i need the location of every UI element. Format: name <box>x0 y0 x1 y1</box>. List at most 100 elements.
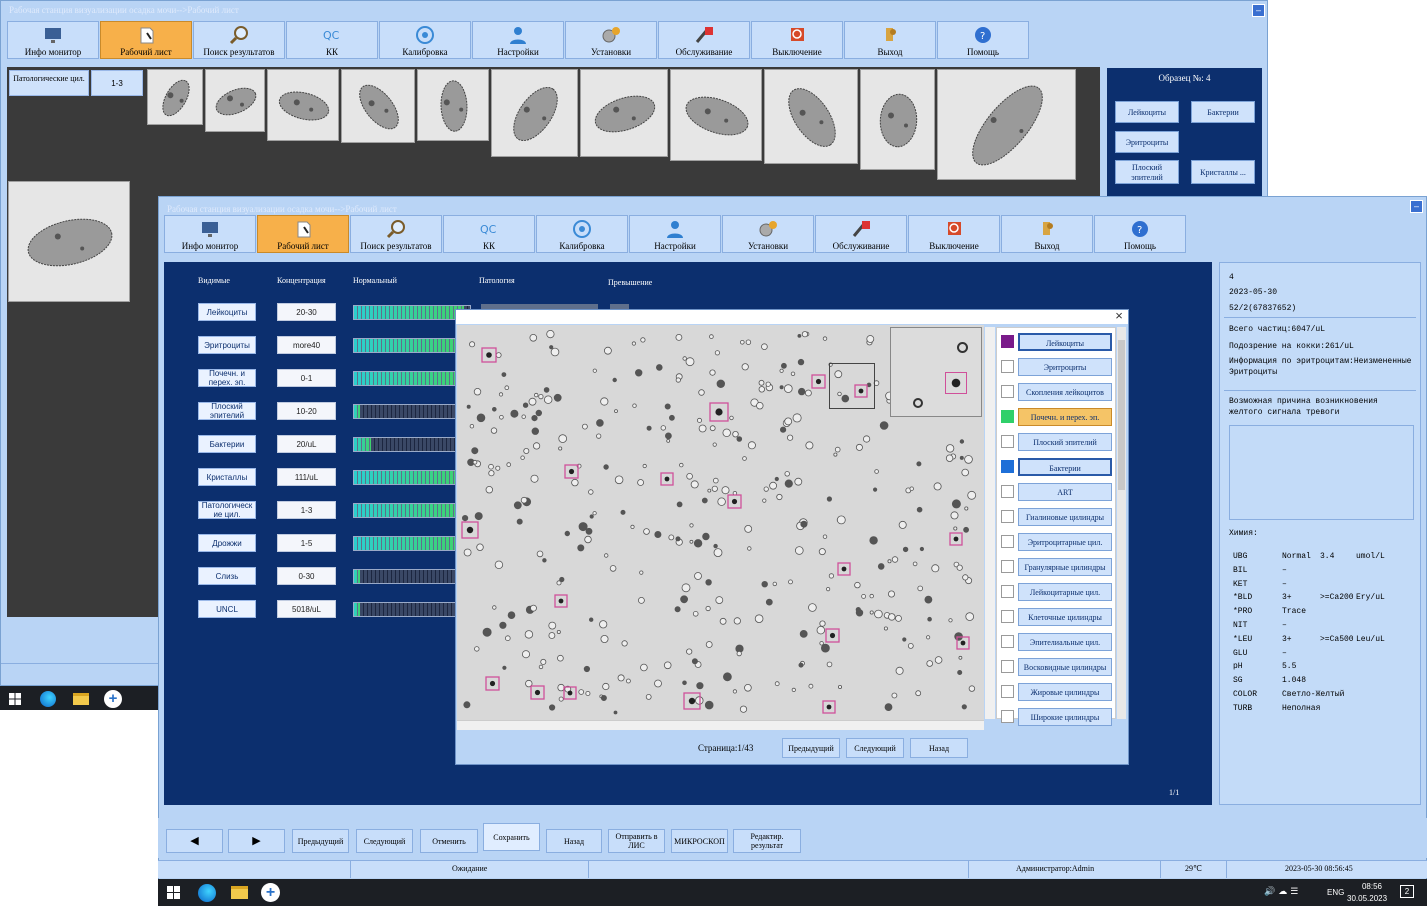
particle-thumbnail[interactable] <box>491 69 578 157</box>
minimize-button[interactable]: – <box>1252 4 1265 17</box>
category-button[interactable]: Восковидные цилиндры <box>1018 658 1112 676</box>
param-button[interactable]: Плоский эпителий <box>198 402 256 420</box>
category-checkbox[interactable] <box>1001 360 1014 373</box>
toolbar-button-search[interactable]: Поиск результатов <box>350 215 442 253</box>
toolbar-button-calibration[interactable]: Калибровка <box>536 215 628 253</box>
back-button[interactable]: Назад <box>546 829 602 853</box>
category-panel-scroll[interactable] <box>985 327 995 719</box>
cancel-button[interactable]: Отменить <box>420 829 478 853</box>
category-checkbox[interactable] <box>1001 335 1014 348</box>
particle-thumbnail[interactable] <box>670 69 762 161</box>
category-checkbox[interactable] <box>1001 435 1014 448</box>
category-button[interactable]: Широкие цилиндры <box>1018 708 1112 726</box>
particle-thumbnail[interactable] <box>417 69 489 141</box>
category-button[interactable]: Лейкоциты <box>1018 333 1112 351</box>
toolbar-button-worksheet[interactable]: Рабочий лист <box>100 21 192 59</box>
toolbar-button-settings-user[interactable]: Настройки <box>472 21 564 59</box>
toolbar-button-power[interactable]: Выключение <box>751 21 843 59</box>
category-checkbox[interactable] <box>1001 410 1014 423</box>
toolbar-button-worksheet[interactable]: Рабочий лист <box>257 215 349 253</box>
toolbar-button-maintenance[interactable]: Обслуживание <box>658 21 750 59</box>
next-button[interactable]: Следующий <box>356 829 413 853</box>
category-button[interactable]: Лейкоцитарные цил. <box>1018 583 1112 601</box>
category-button[interactable]: Скопления лейкоцитов <box>1018 383 1112 401</box>
particle-thumbnail[interactable] <box>764 69 858 164</box>
notification-badge[interactable]: 2 <box>1400 885 1414 898</box>
tray-date[interactable]: 30.05.2023 <box>1347 894 1387 903</box>
category-checkbox[interactable] <box>1001 535 1014 548</box>
edit-result-button[interactable]: Редактир. результат <box>733 829 801 853</box>
particle-thumbnail[interactable] <box>147 69 203 125</box>
category-button[interactable]: Бактерии <box>1018 458 1112 476</box>
param-button[interactable]: Бактерии <box>198 435 256 453</box>
tray-lang[interactable]: ENG <box>1327 888 1344 897</box>
category-checkbox[interactable] <box>1001 660 1014 673</box>
category-checkbox[interactable] <box>1001 385 1014 398</box>
prev-button[interactable]: Предыдущий <box>292 829 349 853</box>
hscroll[interactable] <box>457 720 984 730</box>
app-icon[interactable]: + <box>104 690 122 708</box>
tray-icons[interactable]: 🔊☁☰ <box>1264 886 1324 898</box>
particle-thumbnail[interactable] <box>580 69 668 157</box>
explorer-icon-front[interactable] <box>231 886 248 899</box>
toolbar-button-power[interactable]: Выключение <box>908 215 1000 253</box>
prev-arrow-button[interactable]: ◀ <box>166 829 223 853</box>
category-button[interactable]: Жировые цилиндры <box>1018 683 1112 701</box>
toolbar-button-maintenance[interactable]: Обслуживание <box>815 215 907 253</box>
side-btn-cryst[interactable]: Кристаллы ... <box>1191 160 1255 184</box>
category-checkbox[interactable] <box>1001 485 1014 498</box>
microscope-button[interactable]: МИКРОСКОП <box>671 829 728 853</box>
minimize-button-front[interactable]: – <box>1410 200 1423 213</box>
vscroll-thumb[interactable] <box>1118 340 1125 490</box>
particle-thumbnail[interactable] <box>8 181 130 302</box>
particle-thumbnail[interactable] <box>937 69 1076 180</box>
save-button[interactable]: Сохранить <box>483 823 540 851</box>
param-button[interactable]: Дрожжи <box>198 534 256 552</box>
param-button[interactable]: Патологическ ие цил. <box>198 501 256 519</box>
category-button[interactable]: Гранулярные цилиндры <box>1018 558 1112 576</box>
app-icon-front[interactable]: + <box>261 883 280 902</box>
category-button[interactable]: Гиалиновые цилиндры <box>1018 508 1112 526</box>
windows-icon[interactable] <box>9 693 21 705</box>
toolbar-button-settings-user[interactable]: Настройки <box>629 215 721 253</box>
category-button[interactable]: Эпителиальные цил. <box>1018 633 1112 651</box>
explorer-icon[interactable] <box>73 693 89 705</box>
param-button[interactable]: Лейкоциты <box>198 303 256 321</box>
particle-thumbnail[interactable] <box>267 69 339 141</box>
category-button[interactable]: ART <box>1018 483 1112 501</box>
toolbar-button-calibration[interactable]: Калибровка <box>379 21 471 59</box>
send-lis-button[interactable]: Отправить в ЛИС <box>608 829 665 853</box>
toolbar-button-exit[interactable]: Выход <box>844 21 936 59</box>
category-checkbox[interactable] <box>1001 635 1014 648</box>
tray-time[interactable]: 08:56 <box>1357 882 1387 891</box>
particle-thumbnail[interactable] <box>341 69 415 143</box>
dialog-back-button[interactable]: Назад <box>910 738 968 758</box>
next-arrow-button[interactable]: ▶ <box>228 829 285 853</box>
side-btn-ery[interactable]: Эритроциты <box>1115 131 1179 153</box>
param-button[interactable]: Слизь <box>198 567 256 585</box>
toolbar-button-monitor[interactable]: Инфо монитор <box>164 215 256 253</box>
toolbar-button-gear[interactable]: Установки <box>722 215 814 253</box>
param-button[interactable]: Эритроциты <box>198 336 256 354</box>
category-checkbox[interactable] <box>1001 585 1014 598</box>
category-checkbox[interactable] <box>1001 710 1014 723</box>
category-button[interactable]: Клеточные цилиндры <box>1018 608 1112 626</box>
dialog-close-button[interactable]: × <box>1112 309 1126 323</box>
toolbar-button-exit[interactable]: Выход <box>1001 215 1093 253</box>
category-label[interactable]: Патологические цил. <box>9 70 89 96</box>
dialog-prev-button[interactable]: Предыдущий <box>782 738 840 758</box>
start-icon[interactable] <box>167 886 180 899</box>
side-btn-bact[interactable]: Бактерии <box>1191 101 1255 123</box>
toolbar-button-monitor[interactable]: Инфо монитор <box>7 21 99 59</box>
category-checkbox[interactable] <box>1001 560 1014 573</box>
toolbar-button-gear[interactable]: Установки <box>565 21 657 59</box>
category-checkbox[interactable] <box>1001 685 1014 698</box>
param-button[interactable]: UNCL <box>198 600 256 618</box>
edge-icon-front[interactable] <box>198 884 216 902</box>
category-button[interactable]: Эритроциты <box>1018 358 1112 376</box>
toolbar-button-help[interactable]: ? Помощь <box>937 21 1029 59</box>
category-checkbox[interactable] <box>1001 460 1014 473</box>
toolbar-button-qc[interactable]: QC КК <box>286 21 378 59</box>
category-checkbox[interactable] <box>1001 610 1014 623</box>
edge-icon[interactable] <box>40 691 56 707</box>
